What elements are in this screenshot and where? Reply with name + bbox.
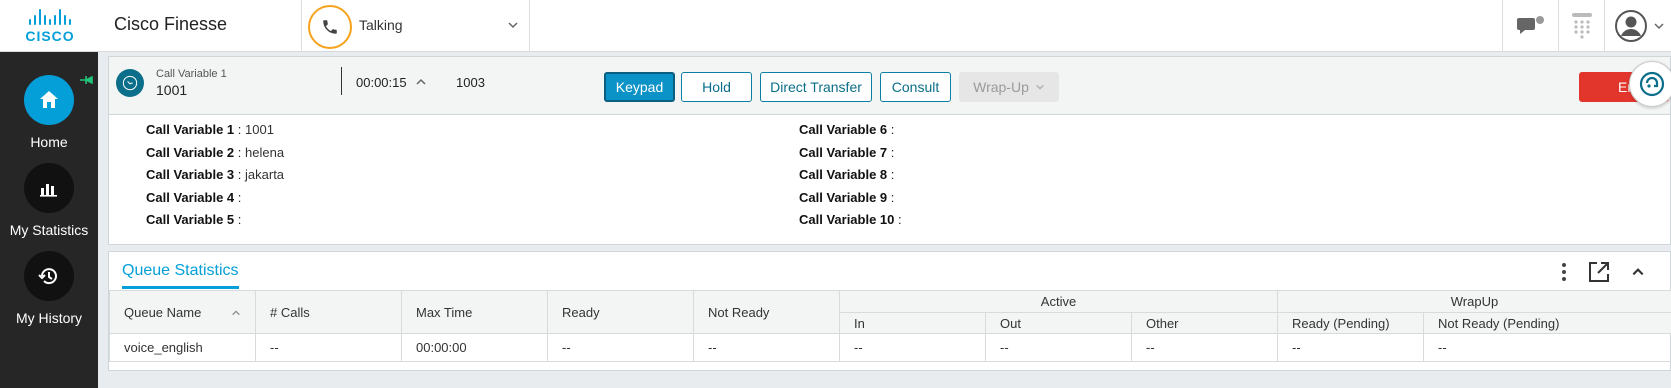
dialpad-icon[interactable] (1558, 0, 1604, 52)
call-variable-row: Call Variable 5 : (146, 212, 242, 227)
call-control-bar: Call Variable 1 1001 00:00:15 1003 Keypa… (109, 57, 1670, 115)
more-options-icon[interactable] (1561, 262, 1567, 282)
history-icon (24, 251, 74, 301)
chevron-down-icon (1036, 84, 1044, 90)
column-header-queue-name[interactable]: Queue Name (109, 290, 256, 334)
cisco-logo-bars (29, 8, 71, 25)
cell-queue-name: voice_english (109, 333, 256, 362)
agent-state-label: Talking (359, 17, 403, 33)
active-call-icon (116, 69, 144, 97)
column-header-max-time[interactable]: Max Time (401, 290, 548, 334)
column-header-not-ready-pending[interactable]: Not Ready (Pending) (1423, 312, 1671, 334)
queue-statistics-tab[interactable]: Queue Statistics (122, 262, 239, 289)
keypad-button[interactable]: Keypad (604, 72, 675, 102)
call-timer: 00:00:15 (356, 75, 407, 90)
hold-button[interactable]: Hold (681, 72, 752, 102)
cell-out: -- (985, 333, 1132, 362)
cell-ready: -- (547, 333, 694, 362)
call-variable-row: Call Variable 9 : (799, 189, 895, 205)
cell-ready-pending: -- (1277, 333, 1424, 362)
column-header-ready[interactable]: Ready (547, 290, 694, 334)
chat-assist-icon[interactable] (1629, 61, 1671, 107)
direct-transfer-button[interactable]: Direct Transfer (760, 72, 872, 102)
cell-max-time: 00:00:00 (401, 333, 548, 362)
caller-number: 1003 (456, 75, 485, 90)
column-header-out[interactable]: Out (985, 312, 1132, 334)
call-variable-row: Call Variable 8 : (799, 167, 895, 182)
divider (341, 67, 342, 95)
cisco-logo-text: CISCO (25, 27, 75, 44)
queue-statistics-panel: Queue Statistics Queue Name # Calls Max … (108, 251, 1671, 371)
agent-state-dropdown[interactable]: Talking (301, 0, 530, 52)
call-variable-row: Call Variable 1 : 1001 (146, 122, 274, 137)
phone-icon (308, 5, 352, 49)
bar-chart-icon (24, 163, 74, 213)
nav-item-home[interactable]: Home (0, 75, 98, 150)
call-variables-left: Call Variable 1 : 1001 Call Variable 2 :… (146, 123, 284, 236)
column-group-active: Active (839, 290, 1278, 313)
call-variable-row: Call Variable 3 : jakarta (146, 167, 285, 182)
column-header-calls[interactable]: # Calls (255, 290, 402, 334)
call-variable-row: Call Variable 2 : helena (146, 144, 285, 160)
queue-statistics-table: Queue Name # Calls Max Time Ready Not Re… (109, 290, 1671, 362)
app-title: Cisco Finesse (114, 14, 228, 34)
nav-label-my-statistics: My Statistics (9, 222, 89, 238)
chat-icon[interactable] (1502, 0, 1558, 52)
nav-item-my-history[interactable]: My History (0, 251, 98, 326)
consult-button[interactable]: Consult (880, 72, 951, 102)
header-actions (1502, 0, 1671, 52)
call-control-panel: Call Variable 1 1001 00:00:15 1003 Keypa… (108, 56, 1671, 245)
nav-label-home: Home (30, 134, 68, 150)
table-row[interactable]: voice_english -- 00:00:00 -- -- -- -- --… (109, 333, 1671, 362)
cisco-logo: CISCO (0, 0, 100, 52)
call-variable-value: 1001 (156, 82, 188, 98)
home-icon (24, 75, 74, 125)
cell-not-ready-pending: -- (1423, 333, 1671, 362)
call-variable-row: Call Variable 10 : (799, 212, 902, 227)
popout-icon[interactable] (1587, 260, 1611, 284)
cell-in: -- (839, 333, 986, 362)
left-navigation: Home My Statistics My History (0, 52, 98, 388)
chevron-up-icon[interactable] (415, 75, 427, 93)
column-header-ready-pending[interactable]: Ready (Pending) (1277, 312, 1424, 334)
column-header-other[interactable]: Other (1131, 312, 1278, 334)
column-header-not-ready[interactable]: Not Ready (693, 290, 840, 334)
user-menu[interactable] (1604, 0, 1671, 52)
cell-calls: -- (255, 333, 402, 362)
sort-asc-icon (232, 309, 240, 315)
user-avatar-icon (1615, 10, 1647, 42)
cell-other: -- (1131, 333, 1278, 362)
collapse-icon[interactable] (1631, 265, 1645, 279)
chevron-down-icon (1654, 23, 1664, 30)
wrapup-label: Wrap-Up (973, 79, 1029, 95)
call-variable-row: Call Variable 4 : (146, 189, 242, 205)
call-variable-row: Call Variable 6 : (799, 122, 895, 137)
nav-item-my-statistics[interactable]: My Statistics (0, 163, 98, 238)
chevron-down-icon (507, 18, 519, 36)
top-header: CISCO Cisco Finesse Talking (0, 0, 1671, 52)
call-variable-label: Call Variable 1 (156, 68, 227, 80)
queue-panel-actions (1561, 260, 1645, 284)
column-header-in[interactable]: In (839, 312, 986, 334)
nav-label-my-history: My History (15, 310, 83, 326)
call-variables-right: Call Variable 6 : Call Variable 7 : Call… (799, 123, 902, 236)
column-group-wrapup: WrapUp (1277, 290, 1671, 313)
wrapup-dropdown[interactable]: Wrap-Up (959, 72, 1059, 102)
call-variable-row: Call Variable 7 : (799, 144, 895, 160)
cell-not-ready: -- (693, 333, 840, 362)
